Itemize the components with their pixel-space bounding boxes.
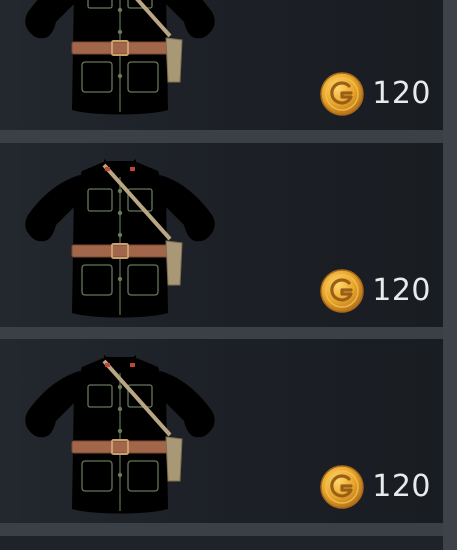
gold-coin-icon bbox=[320, 269, 365, 313]
pale-uniform-jacket-icon: .p2 .cloth { fill: url(#paleCloth); stro… bbox=[23, 157, 217, 320]
price-tag: 120 bbox=[320, 72, 431, 116]
shop-item[interactable]: .p3 .cloth { fill: url(#paleCloth); stro… bbox=[0, 339, 443, 523]
shop-item-list: .g1 .cloth { fill: url(#greenCloth); str… bbox=[0, 0, 457, 550]
pale-uniform-jacket-icon: .p3 .cloth { fill: url(#paleCloth); stro… bbox=[23, 353, 217, 516]
shop-item[interactable]: .g1 .cloth { fill: url(#greenCloth); str… bbox=[0, 0, 443, 130]
shop-item[interactable] bbox=[0, 536, 443, 550]
price-tag: 120 bbox=[320, 465, 431, 509]
green-uniform-jacket-icon: .g1 .cloth { fill: url(#greenCloth); str… bbox=[23, 0, 217, 117]
price-value: 120 bbox=[372, 469, 431, 504]
price-value: 120 bbox=[372, 76, 431, 111]
scrollbar-track[interactable] bbox=[443, 0, 457, 550]
shop-item[interactable]: .p2 .cloth { fill: url(#paleCloth); stro… bbox=[0, 143, 443, 327]
gold-coin-icon bbox=[320, 465, 365, 509]
price-tag: 120 bbox=[320, 269, 431, 313]
gold-coin-icon bbox=[320, 72, 365, 116]
price-value: 120 bbox=[372, 273, 431, 308]
